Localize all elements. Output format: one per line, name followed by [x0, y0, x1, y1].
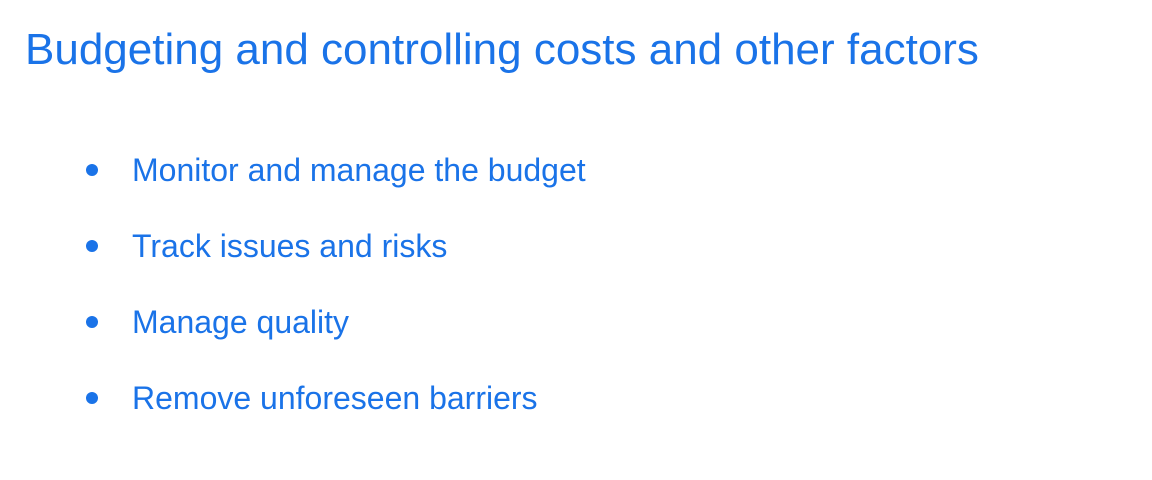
slide-title: Budgeting and controlling costs and othe… [25, 25, 979, 74]
list-item: Manage quality [84, 284, 586, 360]
bullet-text: Monitor and manage the budget [132, 152, 586, 188]
bullet-list: Monitor and manage the budget Track issu… [84, 132, 586, 436]
list-item: Track issues and risks [84, 208, 586, 284]
slide: Budgeting and controlling costs and othe… [0, 0, 1152, 480]
bullet-text: Track issues and risks [132, 228, 448, 264]
bullet-dot-icon [86, 316, 98, 328]
bullet-dot-icon [86, 240, 98, 252]
bullet-text: Manage quality [132, 304, 350, 340]
bullet-text: Remove unforeseen barriers [132, 380, 538, 416]
list-item: Remove unforeseen barriers [84, 360, 586, 436]
list-item: Monitor and manage the budget [84, 132, 586, 208]
bullet-dot-icon [86, 392, 98, 404]
bullet-dot-icon [86, 164, 98, 176]
